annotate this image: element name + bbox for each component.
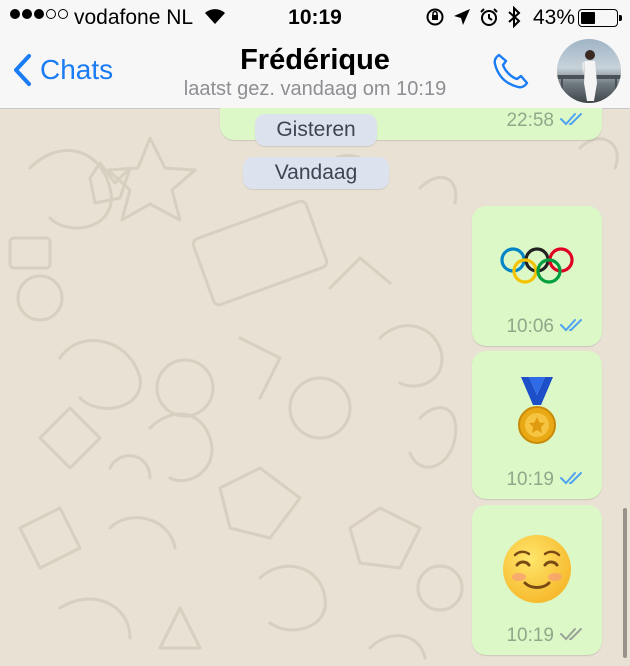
message-bubble[interactable]: 10:19 xyxy=(472,505,602,655)
sports-medal-icon xyxy=(518,377,556,444)
message-time: 10:06 xyxy=(506,316,554,337)
double-check-read-icon xyxy=(560,110,586,132)
scrollbar[interactable] xyxy=(623,508,627,658)
message-bubble[interactable]: 10:19 xyxy=(472,351,602,499)
phone-icon xyxy=(493,53,529,89)
double-check-read-icon xyxy=(560,316,586,338)
olympic-rings-icon xyxy=(500,247,574,284)
rotation-lock-icon xyxy=(425,7,445,33)
message-time: 22:58 xyxy=(506,110,554,131)
contact-name[interactable]: Frédérique xyxy=(0,44,630,77)
battery-icon xyxy=(578,9,622,27)
contact-avatar[interactable] xyxy=(557,39,621,103)
message-time: 10:19 xyxy=(506,625,554,646)
call-button[interactable] xyxy=(490,50,532,97)
double-check-delivered-icon xyxy=(560,625,586,647)
message-time: 10:19 xyxy=(506,469,554,490)
location-arrow-icon xyxy=(453,8,471,32)
battery-percentage: 43% xyxy=(533,6,576,29)
chat-area[interactable]: 22:58 Gisteren Vandaag 10:06 10:19 10:19 xyxy=(0,108,630,666)
last-seen-status: laatst gez. vandaag om 10:19 xyxy=(183,78,447,100)
date-label-today: Vandaag xyxy=(243,157,389,189)
double-check-read-icon xyxy=(560,469,586,491)
smiling-face-icon xyxy=(503,535,571,603)
chat-header: Chats Frédérique laatst gez. vandaag om … xyxy=(0,36,630,109)
message-bubble[interactable]: 10:06 xyxy=(472,206,602,346)
date-label-yesterday: Gisteren xyxy=(255,114,377,146)
alarm-icon xyxy=(479,7,499,33)
bluetooth-icon xyxy=(507,5,521,34)
status-bar: vodafone NL 10:19 43% xyxy=(0,0,630,36)
